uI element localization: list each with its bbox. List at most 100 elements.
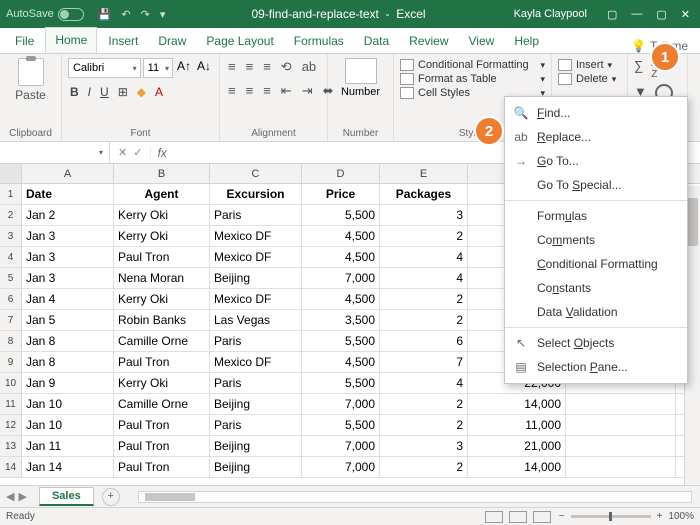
cell[interactable]: Mexico DF xyxy=(210,247,302,267)
menu-find[interactable]: 🔍Find... xyxy=(505,101,687,125)
cell[interactable]: 7,000 xyxy=(302,436,380,456)
format-as-table-button[interactable]: Format as Table▾ xyxy=(400,72,545,86)
font-color-button[interactable]: A xyxy=(153,84,165,100)
row-header[interactable]: 5 xyxy=(0,268,22,288)
cell[interactable]: Agent xyxy=(114,184,210,204)
name-box[interactable] xyxy=(0,142,110,163)
row-header[interactable]: 14 xyxy=(0,457,22,477)
normal-view-button[interactable] xyxy=(485,511,503,523)
cell[interactable]: Beijing xyxy=(210,268,302,288)
zoom-slider[interactable] xyxy=(571,515,651,518)
cell[interactable]: 7,000 xyxy=(302,268,380,288)
cell[interactable]: 4 xyxy=(380,268,468,288)
fill-color-button[interactable]: ◆ xyxy=(135,84,148,100)
col-header[interactable]: B xyxy=(114,164,210,183)
cell[interactable]: 14,000 xyxy=(468,394,566,414)
cell[interactable]: 3,500 xyxy=(302,310,380,330)
cell[interactable]: Mexico DF xyxy=(210,226,302,246)
cell[interactable] xyxy=(566,394,676,414)
zoom-in-icon[interactable]: + xyxy=(657,511,663,522)
cell[interactable]: Paul Tron xyxy=(114,415,210,435)
cell[interactable]: Paul Tron xyxy=(114,436,210,456)
col-header[interactable]: D xyxy=(302,164,380,183)
cell[interactable]: Jan 10 xyxy=(22,394,114,414)
toggle-off-icon[interactable] xyxy=(58,8,84,21)
tab-view[interactable]: View xyxy=(460,29,504,53)
align-center-icon[interactable]: ≡ xyxy=(244,82,256,100)
cell[interactable]: Jan 3 xyxy=(22,226,114,246)
zoom-level[interactable]: 100% xyxy=(668,511,694,522)
sheet-tab-sales[interactable]: Sales xyxy=(39,487,94,506)
cell[interactable]: 4,500 xyxy=(302,352,380,372)
menu-goto[interactable]: →Go To... xyxy=(505,149,687,173)
cell[interactable]: 5,500 xyxy=(302,373,380,393)
align-right-icon[interactable]: ≡ xyxy=(261,82,273,100)
cell[interactable]: Beijing xyxy=(210,457,302,477)
sheet-next-icon[interactable]: ▶ xyxy=(18,490,26,503)
cell[interactable]: 2 xyxy=(380,415,468,435)
cell[interactable]: Paris xyxy=(210,415,302,435)
row-header[interactable]: 12 xyxy=(0,415,22,435)
cell[interactable]: 21,000 xyxy=(468,436,566,456)
cell[interactable]: 4 xyxy=(380,373,468,393)
col-header[interactable]: E xyxy=(380,164,468,183)
cell[interactable]: Paris xyxy=(210,373,302,393)
cell[interactable]: Jan 4 xyxy=(22,289,114,309)
cell[interactable]: Kerry Oki xyxy=(114,373,210,393)
row-header[interactable]: 4 xyxy=(0,247,22,267)
sheet-prev-icon[interactable]: ◀ xyxy=(6,490,14,503)
scroll-thumb[interactable] xyxy=(687,198,698,246)
cell[interactable]: 4 xyxy=(380,247,468,267)
cell[interactable]: 6 xyxy=(380,331,468,351)
menu-constants[interactable]: Constants xyxy=(505,276,687,300)
wrap-text-icon[interactable]: ab xyxy=(300,58,318,76)
cell[interactable]: Price xyxy=(302,184,380,204)
grow-font-icon[interactable]: A↑ xyxy=(175,58,193,78)
align-bottom-icon[interactable]: ≡ xyxy=(261,58,273,76)
row-header[interactable]: 11 xyxy=(0,394,22,414)
cell[interactable]: Jan 10 xyxy=(22,415,114,435)
horizontal-scrollbar[interactable] xyxy=(138,491,692,503)
row-header[interactable]: 9 xyxy=(0,352,22,372)
cell[interactable]: 5,500 xyxy=(302,331,380,351)
tab-home[interactable]: Home xyxy=(45,27,97,53)
font-name-select[interactable]: Calibri xyxy=(68,58,141,78)
fx-icon[interactable]: fx xyxy=(151,146,172,160)
insert-cells-button[interactable]: Insert▾ xyxy=(558,58,621,72)
cell[interactable]: Jan 9 xyxy=(22,373,114,393)
cell[interactable]: Mexico DF xyxy=(210,289,302,309)
row-header[interactable]: 6 xyxy=(0,289,22,309)
cell[interactable]: Beijing xyxy=(210,394,302,414)
row-header[interactable]: 7 xyxy=(0,310,22,330)
cancel-formula-icon[interactable]: ✕ xyxy=(118,146,127,159)
enter-formula-icon[interactable]: ✓ xyxy=(133,146,142,159)
undo-icon[interactable]: ↶ xyxy=(121,8,130,21)
menu-select-objects[interactable]: ↖Select Objects xyxy=(505,331,687,355)
align-left-icon[interactable]: ≡ xyxy=(226,82,238,100)
col-header[interactable]: C xyxy=(210,164,302,183)
tab-file[interactable]: File xyxy=(6,29,43,53)
cell[interactable]: Kerry Oki xyxy=(114,226,210,246)
page-break-view-button[interactable] xyxy=(533,511,551,523)
cell[interactable]: Paul Tron xyxy=(114,247,210,267)
cell[interactable]: Jan 11 xyxy=(22,436,114,456)
cell[interactable]: Paul Tron xyxy=(114,352,210,372)
tab-data[interactable]: Data xyxy=(355,29,398,53)
cell[interactable]: 7,000 xyxy=(302,394,380,414)
cell[interactable]: Jan 3 xyxy=(22,268,114,288)
tab-draw[interactable]: Draw xyxy=(149,29,195,53)
cell[interactable]: Camille Orne xyxy=(114,331,210,351)
cell[interactable]: Paris xyxy=(210,331,302,351)
minimize-icon[interactable]: — xyxy=(631,8,642,21)
menu-formulas[interactable]: Formulas xyxy=(505,204,687,228)
ribbon-options-icon[interactable]: ▢ xyxy=(607,8,617,21)
col-header[interactable]: A xyxy=(22,164,114,183)
menu-comments[interactable]: Comments xyxy=(505,228,687,252)
cell[interactable]: 4,500 xyxy=(302,247,380,267)
cell[interactable]: 5,500 xyxy=(302,205,380,225)
cell[interactable]: Jan 8 xyxy=(22,331,114,351)
autosum-icon[interactable]: ∑ xyxy=(634,58,643,80)
row-header[interactable]: 10 xyxy=(0,373,22,393)
redo-icon[interactable]: ↷ xyxy=(141,8,150,21)
menu-data-validation[interactable]: Data Validation xyxy=(505,300,687,324)
